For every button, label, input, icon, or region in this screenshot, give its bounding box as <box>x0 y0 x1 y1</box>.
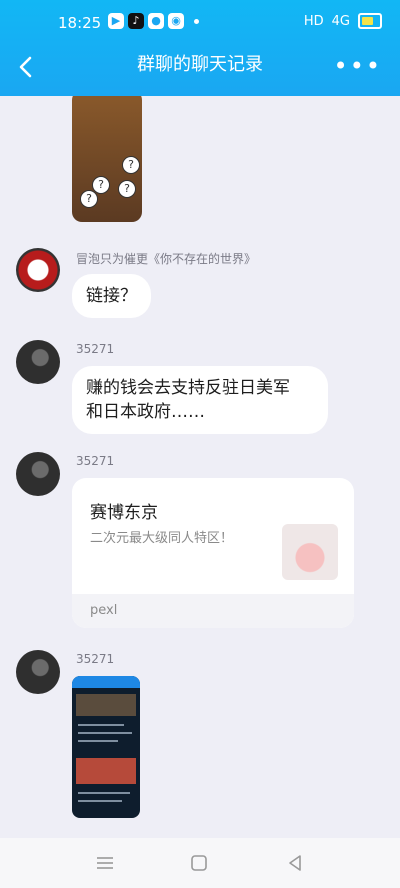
image-text-line <box>78 732 132 734</box>
link-card[interactable]: 赛博东京 二次元最大级同人特区！ pexl <box>72 478 354 628</box>
card-title: 赛博东京 <box>90 503 158 523</box>
back-triangle-icon[interactable] <box>284 852 306 874</box>
image-message-top[interactable]: ? ? ? ? <box>72 96 142 222</box>
status-bar: 18:25 ▶ ♪ ● ◉ HD 4G <box>0 0 400 44</box>
question-bubble-icon: ? <box>118 180 136 198</box>
question-bubble-icon: ? <box>80 190 98 208</box>
sender-name: 冒泡只为催更《你不存在的世界》 <box>76 252 257 266</box>
notification-dot-icon <box>194 19 199 24</box>
sender-name: 35271 <box>76 652 115 666</box>
avatar-user[interactable] <box>16 340 60 384</box>
image-text-line <box>78 792 130 794</box>
status-time: 18:25 <box>58 14 102 32</box>
image-text-line <box>78 800 122 802</box>
image-message-bottom[interactable] <box>72 676 140 818</box>
message-bubble[interactable]: 赚的钱会去支持反驻日美军 和日本政府…… <box>72 366 328 434</box>
card-thumbnail <box>282 524 338 580</box>
image-text-line <box>78 724 124 726</box>
image-header-bar <box>72 676 140 688</box>
video-app-icon: ▶ <box>108 13 124 29</box>
image-photo <box>76 694 136 716</box>
image-photo <box>76 758 136 784</box>
status-right: HD 4G <box>304 13 382 29</box>
message-bubble[interactable]: 链接？ <box>72 274 151 318</box>
sender-name: 35271 <box>76 454 115 468</box>
status-app-icons: ▶ ♪ ● ◉ <box>108 13 199 29</box>
image-text-line <box>78 740 118 742</box>
camera-app-icon: ◉ <box>168 13 184 29</box>
chat-history[interactable]: ? ? ? ? 冒泡只为催更《你不存在的世界》 链接？ 35271 赚的钱会去支… <box>0 96 400 838</box>
home-square-icon[interactable] <box>188 852 210 874</box>
avatar-star[interactable] <box>16 248 60 292</box>
more-button[interactable]: ••• <box>334 54 382 78</box>
sender-name: 35271 <box>76 342 115 356</box>
avatar-user[interactable] <box>16 452 60 496</box>
menu-icon[interactable] <box>94 852 116 874</box>
card-footer: pexl <box>72 594 354 628</box>
card-description: 二次元最大级同人特区！ <box>90 531 234 546</box>
wechat-icon: ● <box>148 13 164 29</box>
signal-indicator: 4G <box>331 13 350 29</box>
question-bubble-icon: ? <box>122 156 140 174</box>
avatar-user[interactable] <box>16 650 60 694</box>
card-source: pexl <box>90 603 118 618</box>
tiktok-icon: ♪ <box>128 13 144 29</box>
app-header: 18:25 ▶ ♪ ● ◉ HD 4G 群聊的聊天记录 ••• <box>0 0 400 96</box>
system-nav-bar <box>0 838 400 888</box>
battery-icon <box>358 13 382 29</box>
hd-indicator: HD <box>303 13 324 29</box>
